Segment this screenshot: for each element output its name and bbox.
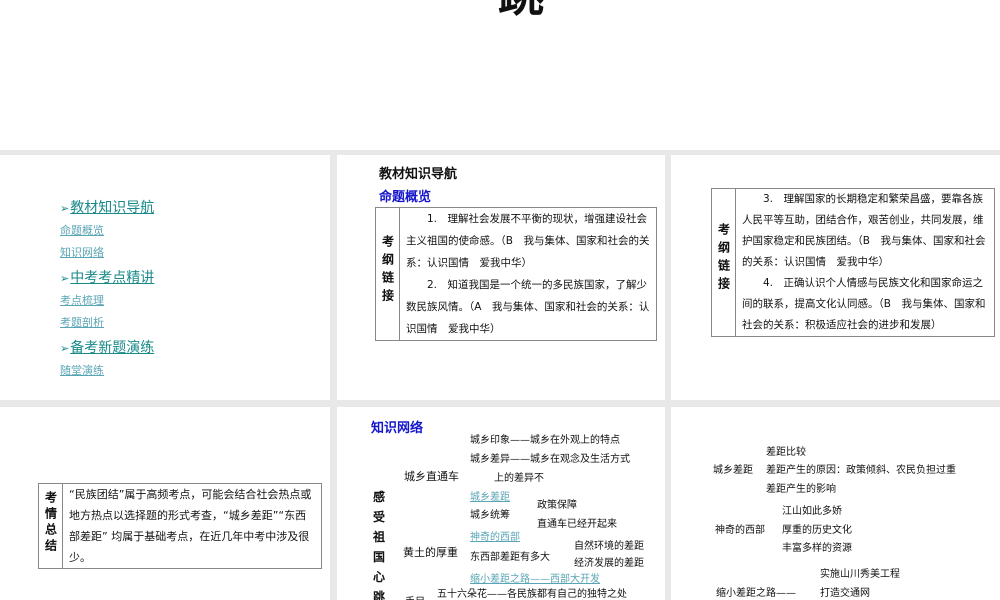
node: 丰富多样的资源 [782,543,852,554]
node: 城乡差异——城乡在观念及生活方式 [470,454,630,465]
slide-subtitle: 命题概览 [379,190,432,205]
slide-proposition: 教材知识导航 命题概览 考纲链接 1. 理解社会发展不平衡的现状，增强建设社会主… [337,155,665,400]
node: 上的差异不 [494,473,544,484]
link-western-development[interactable]: 缩小差距之路——西部大开发 [470,570,600,585]
summary-text: “民族团结”属于高频考点，可能会结合社会热点或地方热点以选择题的形式考查，“城乡… [62,483,322,569]
node: 差距产生的原因：政策倾斜、农民负担过重 [766,465,956,476]
node: 直通车已经开起来 [537,519,617,530]
syllabus-item-2: 2. 知道我国是一个统一的多民族国家，了解少数民族风情。（A 我与集体、国家和社… [406,279,650,335]
slide-knowledge-detail: 城乡差距 差距比较 差距产生的原因：政策倾斜、农民负担过重 差距产生的影响 神奇… [671,407,1000,600]
node: 厚重的历史文化 [782,525,852,536]
label-text: 考纲链接 [716,223,731,295]
nav-section-exam-points[interactable]: ➢中考考点精讲 [60,267,154,287]
table-content: 1. 理解社会发展不平衡的现状，增强建设社会主义祖国的使命感。（B 我与集体、国… [399,207,657,341]
slide-nav[interactable]: ➢教材知识导航 命题概览 知识网络 ➢中考考点精讲 考点梳理 考题剖析 ➢备考新… [0,155,330,400]
nav-section-label: 备考新题演练 [70,340,155,356]
node: 东西部差距有多大 [470,552,550,563]
node: 自然环境的差距 [574,541,644,552]
arrow-icon: ➢ [60,342,70,355]
node: 缩小差距之路—— [716,588,796,599]
link-city-country-gap[interactable]: 城乡差距 [470,488,510,503]
arrow-icon: ➢ [60,202,70,215]
label-text: 考情总结 [43,490,58,555]
nav-section-practice[interactable]: ➢备考新题演练 [60,337,154,357]
nav-section-textbook[interactable]: ➢教材知识导航 [60,197,154,217]
arrow-icon: ➢ [60,272,70,285]
nav-item-class-practice[interactable]: 随堂演练 [60,362,104,378]
nav-item-knowledge-network[interactable]: 知识网络 [60,244,104,260]
table-label: 考纲链接 [711,188,736,337]
node: 城乡统筹 [470,510,510,521]
slide-exam-summary: 考情总结 “民族团结”属于高频考点，可能会结合社会热点或地方热点以选择题的形式考… [0,407,330,600]
node-city-country: 城乡直通车 [404,470,459,483]
title-area: 跳 [0,0,1000,150]
table-label: 考纲链接 [375,207,400,341]
node: 城乡印象——城乡在外观上的特点 [470,435,620,446]
syllabus-item-4: 4. 正确认识个人情感与民族文化和国家命运之间的联系，提高文化认同感。（B 我与… [742,277,986,331]
node: 政策保障 [537,500,577,511]
node: 五十六朵花——各民族都有自己的独特之处 [437,589,627,600]
node: 差距比较 [766,447,806,458]
nav-item-question-analysis[interactable]: 考题剖析 [60,314,104,330]
node: 神奇的西部 [715,525,765,536]
node: 江山如此多娇 [782,506,842,517]
nav-section-label: 中考考点精讲 [70,270,155,286]
table-label: 考情总结 [38,483,63,569]
slide-knowledge-network: 知识网络 感受祖国心跳 城乡直通车 城乡印象——城乡在外观上的特点 城乡差异——… [337,407,665,600]
nav-item-points-review[interactable]: 考点梳理 [60,292,104,308]
syllabus-item-3: 3. 理解国家的长期稳定和繁荣昌盛，要靠各族人民平等互助，团结合作，艰苦创业，共… [742,193,986,268]
syllabus-table: 考纲链接 1. 理解社会发展不平衡的现状，增强建设社会主义祖国的使命感。（B 我… [375,207,657,341]
label-text: 考纲链接 [380,234,395,307]
table-content: 3. 理解国家的长期稳定和繁荣昌盛，要靠各族人民平等互助，团结合作，艰苦创业，共… [735,188,995,337]
summary-table: 考情总结 “民族团结”属于高频考点，可能会结合社会热点或地方热点以选择题的形式考… [38,483,322,569]
node-siblings: 手足 [405,593,425,600]
page-title-fragment: 跳 [498,0,544,18]
node: 经济发展的差距 [574,558,644,569]
node-loess: 黄土的厚重 [403,546,458,559]
slide-syllabus-cont: 考纲链接 3. 理解国家的长期稳定和繁荣昌盛，要靠各族人民平等互助，团结合作，艰… [671,155,1000,400]
syllabus-item-1: 1. 理解社会发展不平衡的现状，增强建设社会主义祖国的使命感。（B 我与集体、国… [406,213,650,269]
slide-title: 教材知识导航 [379,167,458,182]
nav-section-label: 教材知识导航 [70,200,155,216]
mindmap-root: 感受祖国心跳 [373,490,386,600]
node: 打造交通网 [820,588,870,599]
nav-item-proposition[interactable]: 命题概览 [60,222,104,238]
node: 实施山川秀美工程 [820,569,900,580]
slide-title: 知识网络 [371,421,424,436]
link-magic-west[interactable]: 神奇的西部 [470,528,520,543]
syllabus-table: 考纲链接 3. 理解国家的长期稳定和繁荣昌盛，要靠各族人民平等互助，团结合作，艰… [711,188,995,337]
node: 差距产生的影响 [766,484,836,495]
node: 城乡差距 [713,465,753,476]
